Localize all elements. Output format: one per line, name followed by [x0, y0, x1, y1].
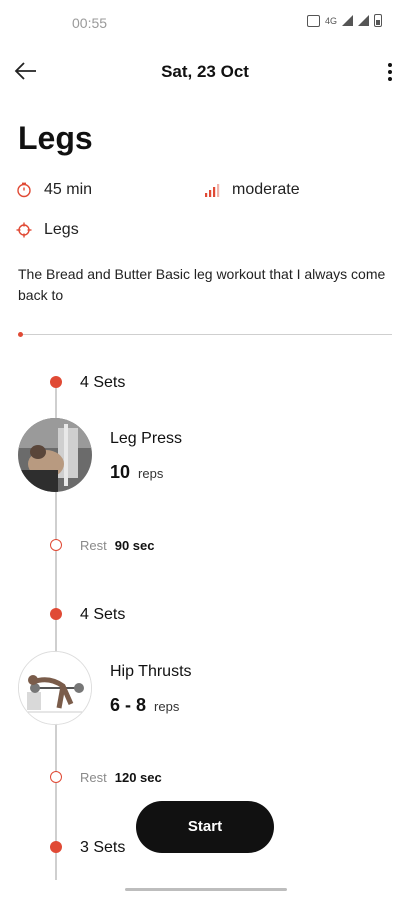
signal-icon-2	[358, 15, 369, 26]
progress-track	[18, 334, 392, 335]
rest-label: Rest	[80, 770, 107, 785]
rest-marker	[50, 771, 62, 783]
rest-row: Rest 90 sec	[80, 538, 155, 553]
leg-press-image	[18, 418, 92, 492]
start-button[interactable]: Start	[136, 801, 274, 853]
rest-row: Rest 120 sec	[80, 770, 162, 785]
more-options-button[interactable]	[384, 60, 396, 84]
workout-title: Legs	[18, 120, 93, 156]
exercise-thumbnail[interactable]	[18, 651, 92, 725]
rest-label: Rest	[80, 538, 107, 553]
signal-bars-icon	[205, 184, 220, 197]
exercise-reps: 10 reps	[110, 462, 163, 483]
sets-label: 4 Sets	[80, 606, 126, 623]
timer-icon	[17, 182, 31, 198]
hip-thrust-image	[19, 652, 91, 724]
rest-marker	[50, 539, 62, 551]
battery-icon	[374, 14, 382, 27]
target-label: Legs	[44, 221, 79, 238]
exercise-reps: 6 - 8 reps	[110, 695, 179, 716]
network-type-label: 4G	[324, 15, 337, 26]
workout-duration: 45 min	[16, 181, 92, 199]
exercise-name[interactable]: Leg Press	[110, 430, 182, 448]
set-marker	[50, 376, 62, 388]
progress-indicator	[18, 332, 23, 337]
sets-label: 3 Sets	[80, 839, 126, 856]
status-time: 00:55	[72, 15, 108, 31]
status-icons: 4G	[306, 14, 382, 27]
status-bar: 00:55 4G	[0, 0, 410, 44]
more-vertical-icon	[388, 63, 392, 67]
more-dot	[388, 77, 392, 81]
date-title: Sat, 23 Oct	[161, 62, 249, 81]
workout-target: Legs	[16, 221, 79, 239]
app-bar: Sat, 23 Oct	[0, 50, 410, 94]
reps-unit: reps	[154, 699, 180, 714]
exercise-thumbnail[interactable]	[18, 418, 92, 492]
home-indicator[interactable]	[125, 888, 287, 891]
set-marker	[50, 608, 62, 620]
reps-unit: reps	[138, 466, 164, 481]
reps-value: 6 - 8	[110, 695, 147, 715]
more-dot	[388, 70, 392, 74]
exercise-name[interactable]: Hip Thrusts	[110, 663, 192, 681]
crosshair-icon	[16, 222, 32, 238]
signal-icon	[342, 15, 353, 26]
rest-value: 120 sec	[114, 770, 162, 785]
intensity-label: moderate	[232, 181, 300, 198]
sets-label: 4 Sets	[80, 374, 126, 391]
nfc-icon	[306, 14, 320, 27]
set-marker	[50, 841, 62, 853]
rest-value: 90 sec	[114, 538, 155, 553]
workout-intensity: moderate	[204, 181, 300, 199]
workout-description: The Bread and Butter Basic leg workout t…	[18, 266, 386, 303]
duration-label: 45 min	[44, 181, 93, 198]
reps-value: 10	[110, 462, 131, 482]
